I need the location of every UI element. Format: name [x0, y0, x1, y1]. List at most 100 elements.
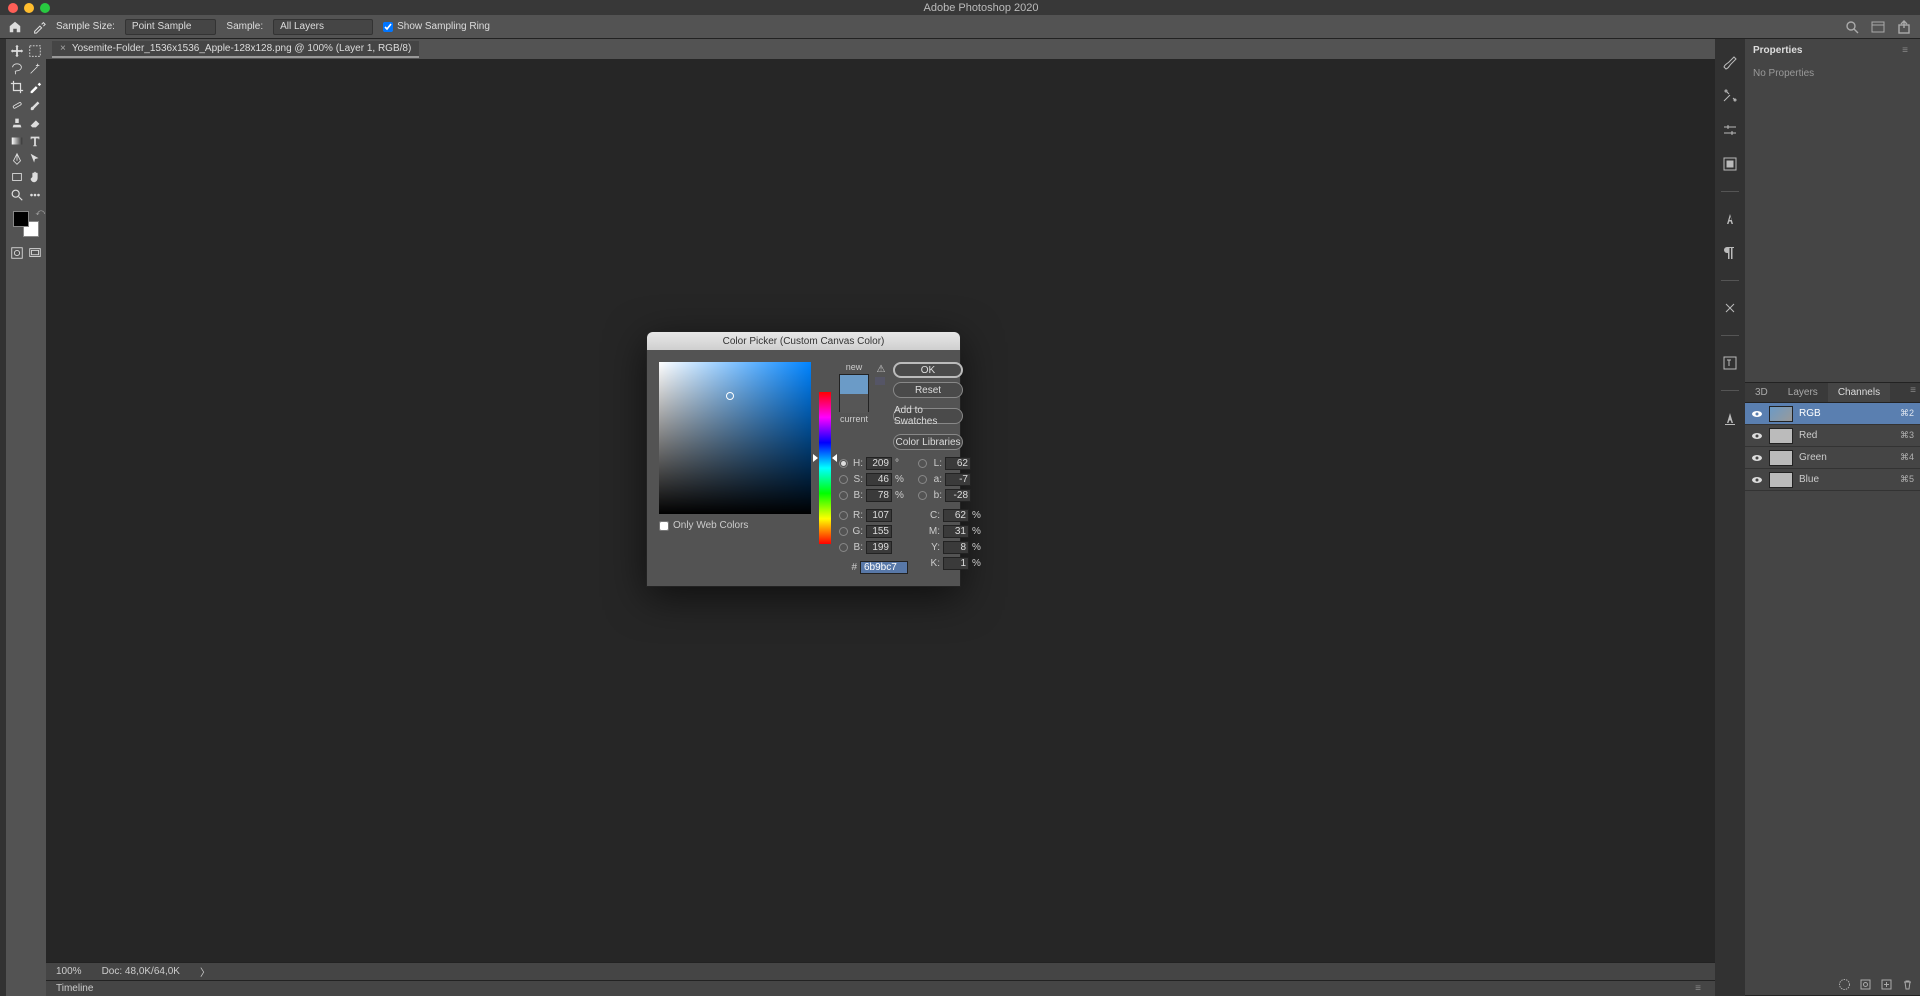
eyedropper-icon[interactable] — [27, 79, 43, 95]
ok-button[interactable]: OK — [893, 362, 963, 378]
magic-wand-tool-icon[interactable] — [27, 61, 43, 77]
m-input[interactable] — [943, 525, 969, 538]
close-tab-icon[interactable]: × — [60, 43, 66, 54]
home-icon[interactable] — [8, 20, 22, 34]
clone-stamp-tool-icon[interactable] — [9, 115, 25, 131]
tab-layers[interactable]: Layers — [1778, 383, 1828, 402]
hex-input[interactable] — [860, 561, 908, 574]
channel-row[interactable]: Red ⌘3 — [1745, 425, 1920, 447]
eyedropper-tool-icon[interactable] — [32, 20, 46, 34]
close-window-icon[interactable] — [8, 3, 18, 13]
type-tool-icon[interactable] — [27, 133, 43, 149]
document-tab[interactable]: × Yosemite-Folder_1536x1536_Apple-128x12… — [52, 41, 419, 58]
marquee-tool-icon[interactable] — [27, 43, 43, 59]
channel-row[interactable]: RGB ⌘2 — [1745, 403, 1920, 425]
add-to-swatches-button[interactable]: Add to Swatches — [893, 408, 963, 424]
foreground-color[interactable] — [13, 211, 29, 227]
share-icon[interactable] — [1896, 19, 1912, 35]
reset-button[interactable]: Reset — [893, 382, 963, 398]
info-panel-icon[interactable] — [1721, 409, 1739, 427]
load-selection-icon[interactable] — [1838, 978, 1851, 991]
b-input[interactable] — [866, 489, 892, 502]
workspace-icon[interactable] — [1870, 19, 1886, 35]
hand-tool-icon[interactable] — [27, 169, 43, 185]
websafe-warning-icon[interactable] — [875, 377, 885, 385]
l-input[interactable] — [945, 457, 971, 470]
swap-colors-icon[interactable]: ⤺ — [35, 207, 45, 218]
bl-input[interactable] — [866, 541, 892, 554]
show-sampling-ring-input[interactable] — [383, 22, 393, 32]
crop-tool-icon[interactable] — [9, 79, 25, 95]
sample-select[interactable]: All Layers — [273, 19, 373, 35]
brush-tool-icon[interactable] — [27, 97, 43, 113]
eraser-tool-icon[interactable] — [27, 115, 43, 131]
move-tool-icon[interactable] — [9, 43, 25, 59]
l-radio[interactable] — [918, 459, 927, 468]
y-input[interactable] — [943, 541, 969, 554]
g-input[interactable] — [866, 525, 892, 538]
new-channel-icon[interactable] — [1880, 978, 1893, 991]
lab-b-radio[interactable] — [918, 491, 927, 500]
visibility-icon[interactable] — [1751, 408, 1763, 420]
screen-mode-icon[interactable] — [27, 245, 43, 261]
visibility-icon[interactable] — [1751, 430, 1763, 442]
h-radio[interactable] — [839, 459, 848, 468]
channel-row[interactable]: Green ⌘4 — [1745, 447, 1920, 469]
gamut-warning-icon[interactable]: ⚠ — [875, 364, 887, 374]
s-radio[interactable] — [839, 475, 848, 484]
c-input[interactable] — [943, 509, 969, 522]
r-radio[interactable] — [839, 511, 848, 520]
show-sampling-ring-checkbox[interactable]: Show Sampling Ring — [383, 21, 490, 32]
color-libraries-button[interactable]: Color Libraries — [893, 434, 963, 450]
channel-row[interactable]: Blue ⌘5 — [1745, 469, 1920, 491]
only-web-colors-checkbox[interactable]: Only Web Colors — [659, 520, 811, 531]
quick-mask-icon[interactable] — [9, 245, 25, 261]
status-flyout-icon[interactable]: 〉 — [200, 964, 210, 979]
tab-3d[interactable]: 3D — [1745, 383, 1778, 402]
gradient-tool-icon[interactable] — [9, 133, 25, 149]
h-input[interactable] — [866, 457, 892, 470]
k-input[interactable] — [943, 557, 969, 570]
libraries-panel-icon[interactable] — [1721, 299, 1739, 317]
pen-tool-icon[interactable] — [9, 151, 25, 167]
current-color-swatch[interactable] — [840, 394, 868, 413]
glyphs-panel-icon[interactable] — [1721, 354, 1739, 372]
bl-radio[interactable] — [839, 543, 848, 552]
s-input[interactable] — [866, 473, 892, 486]
delete-channel-icon[interactable] — [1901, 978, 1914, 991]
a-radio[interactable] — [918, 475, 927, 484]
path-selection-tool-icon[interactable] — [27, 151, 43, 167]
canvas[interactable]: Color Picker (Custom Canvas Color) Only … — [46, 59, 1715, 962]
paragraph-panel-icon[interactable] — [1721, 244, 1739, 262]
color-swatches[interactable]: ⤺ — [13, 211, 39, 237]
brushes-panel-icon[interactable] — [1721, 53, 1739, 71]
lab-b-input[interactable] — [945, 489, 971, 502]
zoom-level[interactable]: 100% — [56, 966, 82, 977]
minimize-window-icon[interactable] — [24, 3, 34, 13]
channels-menu-icon[interactable]: ≡ — [1906, 383, 1920, 402]
timeline-panel[interactable]: Timeline ≡ — [46, 980, 1715, 996]
tab-channels[interactable]: Channels — [1828, 383, 1890, 402]
lasso-tool-icon[interactable] — [9, 61, 25, 77]
a-input[interactable] — [945, 473, 971, 486]
timeline-menu-icon[interactable]: ≡ — [1691, 981, 1705, 996]
g-radio[interactable] — [839, 527, 848, 536]
search-icon[interactable] — [1844, 19, 1860, 35]
r-input[interactable] — [866, 509, 892, 522]
zoom-tool-icon[interactable] — [9, 187, 25, 203]
b-radio[interactable] — [839, 491, 848, 500]
clone-source-panel-icon[interactable] — [1721, 87, 1739, 105]
saturation-value-field[interactable] — [659, 362, 811, 514]
color-selection-ring[interactable] — [726, 392, 734, 400]
adjustments-panel-icon[interactable] — [1721, 121, 1739, 139]
edit-toolbar-icon[interactable] — [27, 187, 43, 203]
character-panel-icon[interactable] — [1721, 210, 1739, 228]
doc-info[interactable]: Doc: 48,0K/64,0K — [102, 966, 180, 977]
styles-panel-icon[interactable] — [1721, 155, 1739, 173]
properties-menu-icon[interactable]: ≡ — [1898, 43, 1912, 58]
save-selection-icon[interactable] — [1859, 978, 1872, 991]
rectangle-tool-icon[interactable] — [9, 169, 25, 185]
sample-size-select[interactable]: Point Sample — [125, 19, 216, 35]
visibility-icon[interactable] — [1751, 452, 1763, 464]
visibility-icon[interactable] — [1751, 474, 1763, 486]
